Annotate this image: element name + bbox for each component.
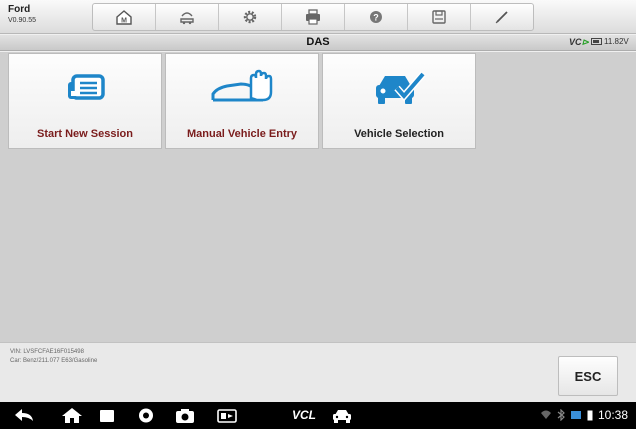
battery-voltage: 11.82V [604,37,629,46]
home-icon: M [116,10,132,25]
pen-icon [495,11,508,24]
vcl-label[interactable]: VCL [292,408,316,422]
back-button[interactable] [12,406,36,425]
page-title: DAS [306,36,330,48]
manual-vehicle-entry-tile[interactable]: Manual Vehicle Entry [165,53,319,149]
back-arrow-icon [15,409,33,421]
help-icon: ? [370,11,382,23]
start-new-session-label: Start New Session [37,128,133,140]
wifi-icon [540,410,551,419]
hand-car-icon [211,69,273,102]
clock: 10:38 [597,408,628,422]
svg-text:?: ? [373,12,379,22]
session-card-icon [68,74,105,100]
status-area: 10:38 [540,408,628,422]
title-bar: DAS VC⊳ 11.82V [0,35,636,51]
vci-label: VC [569,37,582,47]
vci-status: VC⊳ [569,37,589,48]
vehicle-selection-tile[interactable]: Vehicle Selection [322,53,476,149]
top-toolbar: Ford V0.90.55 M ? [0,0,636,34]
camera-button[interactable] [173,406,197,425]
vin-text: VIN: LVSFCFAE16F015498 [10,349,84,355]
browser-icon [139,408,153,423]
help-button[interactable]: ? [345,4,408,30]
app-version: V0.90.55 [8,17,37,24]
home-button[interactable]: M [93,4,156,30]
android-nav-bar: VCL 10:38 [0,402,636,429]
home-nav-button[interactable] [60,406,84,425]
app-name: Ford [8,4,31,15]
toolbar-buttons: M ? [92,3,534,31]
screen-cast-icon [570,411,581,419]
esc-button[interactable]: ESC [558,356,618,396]
manual-vehicle-entry-label: Manual Vehicle Entry [186,128,298,140]
save-icon [432,10,446,24]
camera-icon [176,409,194,423]
bluetooth-icon [557,409,565,421]
printer-icon [306,9,320,25]
vehicle-info-footer: VIN: LVSFCFAE16F015498 Car: Benz/211.077… [0,342,636,402]
edit-button[interactable] [471,4,533,30]
recent-apps-icon [100,410,114,422]
settings-gear-icon [243,10,257,24]
vehicle-app-button[interactable] [330,406,354,425]
start-new-session-tile[interactable]: Start New Session [8,53,162,149]
save-button[interactable] [408,4,471,30]
main-area: Start New Session Manual Vehicle Entry V… [0,52,636,342]
home-nav-icon [62,408,82,423]
svg-text:M: M [121,18,127,25]
print-button[interactable] [282,4,345,30]
battery-icon [591,38,602,45]
car-check-icon [376,71,426,104]
battery-status: 11.82V [591,37,629,46]
vehicle-swap-icon [180,12,194,25]
vehicle-selection-label: Vehicle Selection [354,128,444,140]
recent-apps-button[interactable] [95,406,119,425]
vci-connected-icon: ⊳ [581,37,590,47]
browser-button[interactable] [135,406,157,425]
settings-button[interactable] [219,4,282,30]
remote-desk-button[interactable] [215,406,239,425]
vehicle-swap-button[interactable] [156,4,219,30]
car-icon [333,410,351,423]
battery-level-icon [587,410,593,421]
remote-desk-icon [217,409,237,423]
car-text: Car: Benz/211.077 E63/Gasoline [10,358,98,364]
